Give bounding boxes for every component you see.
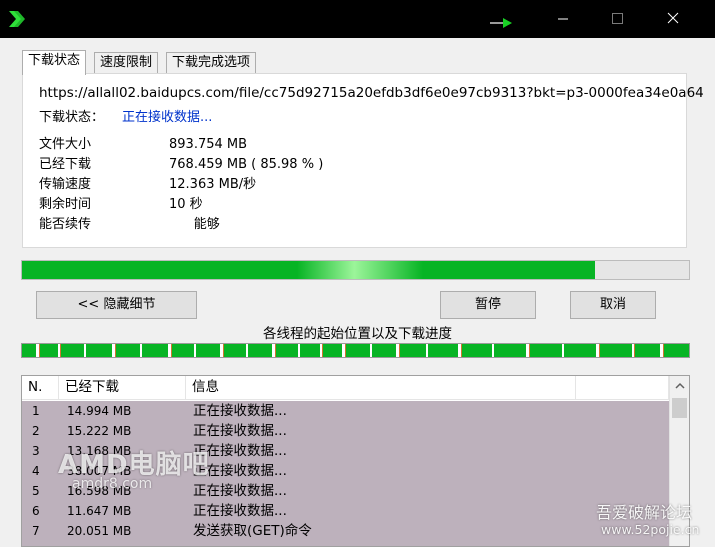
tab-completion-options[interactable]: 下载完成选项: [166, 52, 257, 74]
row-downloaded: 14.994 MB: [67, 404, 132, 418]
vertical-scrollbar[interactable]: [669, 376, 689, 546]
row-number: 2: [32, 424, 40, 438]
row-number: 4: [32, 464, 40, 478]
column-header-info[interactable]: 信息: [186, 376, 576, 400]
info-row-file-size: 文件大小 893.754 MB: [39, 133, 247, 152]
info-label: 能否续传: [39, 217, 92, 232]
green-arrow-icon[interactable]: [490, 18, 512, 28]
thread-segments: [36, 344, 664, 357]
table-row[interactable]: 6 11.647 MB 正在接收数据...: [22, 501, 669, 521]
row-info: 发送获取(GET)命令: [193, 523, 312, 539]
scroll-up-arrow-icon[interactable]: [670, 376, 690, 396]
title-bar: [0, 0, 715, 38]
status-value: 正在接收数据...: [122, 110, 213, 125]
threads-label: 各线程的起始位置以及下载进度: [263, 326, 452, 342]
minimize-icon: [558, 18, 568, 20]
row-number: 6: [32, 504, 40, 518]
column-header-number[interactable]: N.: [22, 376, 59, 400]
row-downloaded: 11.647 MB: [67, 504, 132, 518]
info-label: 已经下载: [39, 157, 92, 172]
threads-progress-bar: [21, 343, 690, 358]
cancel-button[interactable]: 取消: [570, 291, 656, 319]
maximize-button[interactable]: [590, 0, 644, 38]
info-value: 能够: [169, 217, 220, 232]
column-header-extra[interactable]: [576, 376, 669, 400]
table-row[interactable]: 3 13.168 MB 正在接收数据...: [22, 441, 669, 461]
info-value: 12.363 MB/秒: [169, 177, 257, 192]
download-progress-bar: [21, 260, 690, 280]
table-row[interactable]: 7 20.051 MB 发送获取(GET)命令: [22, 521, 669, 541]
table-row[interactable]: 5 16.598 MB 正在接收数据...: [22, 481, 669, 501]
close-icon: [667, 12, 679, 24]
table-row[interactable]: 1 14.994 MB 正在接收数据...: [22, 401, 669, 421]
maximize-icon: [612, 13, 623, 24]
row-downloaded: 20.051 MB: [67, 524, 132, 538]
thread-list-body: 1 14.994 MB 正在接收数据... 2 15.222 MB 正在接收数据…: [22, 401, 669, 546]
info-label: 传输速度: [39, 177, 92, 192]
info-row-speed: 传输速度 12.363 MB/秒: [39, 173, 256, 192]
pause-button[interactable]: 暂停: [440, 291, 536, 319]
row-info: 正在接收数据...: [193, 483, 287, 499]
row-downloaded: 15.222 MB: [67, 424, 132, 438]
info-row-resumable: 能否续传 能够: [39, 213, 220, 232]
row-downloaded: 38.007 MB: [67, 464, 132, 478]
table-row[interactable]: 2 15.222 MB 正在接收数据...: [22, 421, 669, 441]
info-label: 文件大小: [39, 137, 92, 152]
column-header-downloaded[interactable]: 已经下载: [59, 376, 186, 400]
table-row[interactable]: 4 38.007 MB 正在接收数据...: [22, 461, 669, 481]
download-status-panel: https://allall02.baidupcs.com/file/cc75d…: [22, 73, 704, 248]
app-chevron-icon: [9, 11, 25, 27]
info-value: 10 秒: [169, 197, 203, 212]
row-number: 3: [32, 444, 40, 458]
info-value: 768.459 MB ( 85.98 % ): [169, 157, 324, 172]
row-number: 5: [32, 484, 40, 498]
download-url: https://allall02.baidupcs.com/file/cc75d…: [39, 85, 704, 101]
progress-fill: [22, 261, 596, 279]
tab-download-status[interactable]: 下载状态: [22, 50, 87, 75]
row-downloaded: 16.598 MB: [67, 484, 132, 498]
thread-list-header: N. 已经下载 信息: [22, 376, 669, 400]
row-info: 正在接收数据...: [193, 503, 287, 519]
info-row-downloaded: 已经下载 768.459 MB ( 85.98 % ): [39, 153, 323, 172]
tab-speed-limit[interactable]: 速度限制: [94, 52, 159, 74]
info-value: 893.754 MB: [169, 137, 248, 152]
row-info: 正在接收数据...: [193, 423, 287, 439]
info-label: 剩余时间: [39, 197, 92, 212]
row-info: 正在接收数据...: [193, 403, 287, 419]
row-info: 正在接收数据...: [193, 463, 287, 479]
status-label: 下载状态：: [39, 110, 105, 125]
hide-details-button[interactable]: << 隐藏细节: [36, 291, 197, 319]
close-button[interactable]: [646, 0, 700, 38]
row-number: 1: [32, 404, 40, 418]
thread-list[interactable]: N. 已经下载 信息 1 14.994 MB 正在接收数据... 2 15.22…: [21, 375, 690, 547]
status-row: 下载状态： 正在接收数据...: [39, 106, 212, 125]
scrollbar-thumb[interactable]: [672, 398, 687, 418]
row-downloaded: 13.168 MB: [67, 444, 132, 458]
minimize-button[interactable]: [536, 0, 590, 38]
row-info: 正在接收数据...: [193, 443, 287, 459]
row-number: 7: [32, 524, 40, 538]
info-row-remaining-time: 剩余时间 10 秒: [39, 193, 203, 212]
